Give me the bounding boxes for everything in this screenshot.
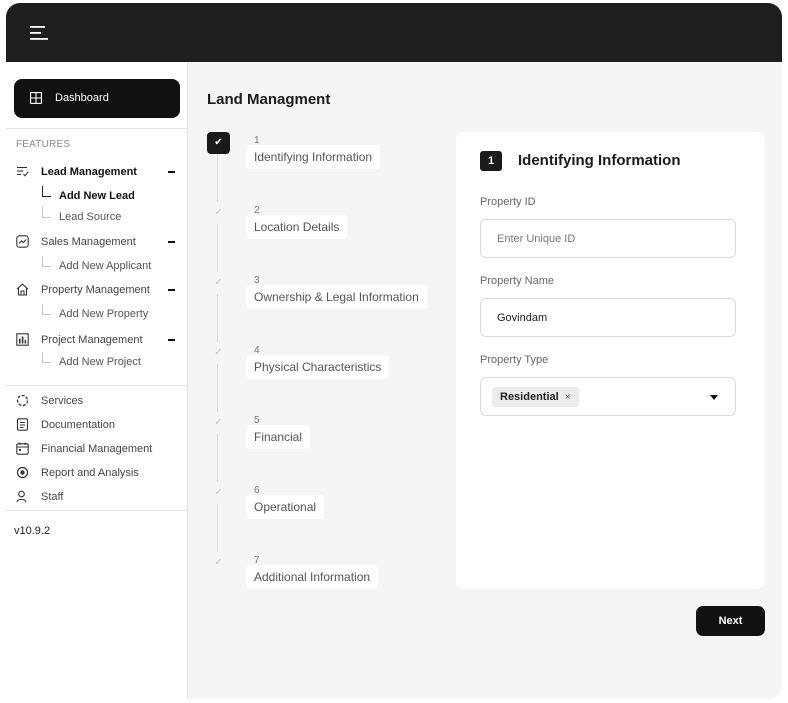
selected-chip: Residential × xyxy=(492,387,579,407)
services-icon xyxy=(16,394,29,407)
sidebar-subitem-add-new-lead[interactable]: Add New Lead xyxy=(6,186,188,204)
sidebar-subitem-add-new-project[interactable]: Add New Project xyxy=(6,352,188,370)
sidebar-item-services[interactable]: Services xyxy=(6,393,188,409)
page-title: Land Managment xyxy=(207,91,331,108)
sidebar-item-label: Report and Analysis xyxy=(41,467,139,479)
step-identifying-information[interactable]: ✔ 1 Identifying Information xyxy=(207,132,447,169)
step-operational[interactable]: ✓ 6 Operational xyxy=(207,482,447,519)
property-type-select[interactable]: Residential × xyxy=(480,377,736,416)
calendar-icon xyxy=(16,442,29,455)
property-name-input[interactable] xyxy=(480,298,736,337)
app-frame: Dashboard FEATURES Lead Management Add N… xyxy=(6,3,782,699)
step-label: Ownership & Legal Information xyxy=(246,285,427,309)
property-name-label: Property Name xyxy=(480,275,554,287)
form-panel: 1 Identifying Information Property ID Pr… xyxy=(456,132,765,589)
tree-connector xyxy=(42,256,51,267)
step-label: Location Details xyxy=(246,215,348,239)
sidebar: Dashboard FEATURES Lead Management Add N… xyxy=(6,62,188,699)
collapse-icon[interactable] xyxy=(168,171,175,173)
sidebar-subitem-label: Add New Lead xyxy=(59,190,135,202)
sidebar-item-staff[interactable]: Staff xyxy=(6,489,188,505)
sidebar-subitem-label: Add New Project xyxy=(59,356,141,368)
check-icon: ✓ xyxy=(207,342,230,364)
sidebar-subitem-add-new-applicant[interactable]: Add New Applicant xyxy=(6,256,188,274)
tree-connector xyxy=(42,186,51,197)
sidebar-item-label: Lead Management xyxy=(41,166,137,178)
sidebar-subitem-add-new-property[interactable]: Add New Property xyxy=(6,304,188,322)
features-heading: FEATURES xyxy=(16,139,71,150)
sidebar-item-financial-management[interactable]: Financial Management xyxy=(6,441,188,457)
tree-connector xyxy=(42,304,51,315)
step-label: Operational xyxy=(246,495,325,519)
menu-icon[interactable] xyxy=(28,23,50,43)
user-icon xyxy=(16,490,27,503)
sidebar-item-label: Project Management xyxy=(41,334,143,346)
sidebar-item-lead-management[interactable]: Lead Management xyxy=(6,164,188,180)
divider xyxy=(6,510,188,511)
step-additional-information[interactable]: ✓ 7 Additional Information xyxy=(207,552,447,589)
remove-chip-icon[interactable]: × xyxy=(565,392,571,403)
next-button[interactable]: Next xyxy=(696,606,765,636)
property-id-input[interactable] xyxy=(480,219,736,258)
tree-connector xyxy=(42,207,51,218)
trend-chart-icon xyxy=(16,235,29,248)
sidebar-subitem-lead-source[interactable]: Lead Source xyxy=(6,207,188,225)
divider xyxy=(6,128,188,129)
caret-down-icon[interactable] xyxy=(710,395,718,400)
document-icon xyxy=(16,418,29,431)
check-icon: ✓ xyxy=(207,272,230,294)
sidebar-item-label: Sales Management xyxy=(41,236,136,248)
property-type-label: Property Type xyxy=(480,354,549,366)
check-icon: ✔ xyxy=(207,132,230,154)
step-financial[interactable]: ✓ 5 Financial xyxy=(207,412,447,449)
step-label: Additional Information xyxy=(246,565,379,589)
step-location-details[interactable]: ✓ 2 Location Details xyxy=(207,202,447,239)
collapse-icon[interactable] xyxy=(168,241,175,243)
step-ownership-legal[interactable]: ✓ 3 Ownership & Legal Information xyxy=(207,272,447,309)
sidebar-item-property-management[interactable]: Property Management xyxy=(6,282,188,298)
sidebar-item-sales-management[interactable]: Sales Management xyxy=(6,234,188,250)
sidebar-item-documentation[interactable]: Documentation xyxy=(6,417,188,433)
collapse-icon[interactable] xyxy=(168,339,175,341)
tree-connector xyxy=(42,352,51,363)
target-icon xyxy=(16,466,29,479)
sidebar-item-label: Financial Management xyxy=(41,443,153,455)
sidebar-subitem-label: Lead Source xyxy=(59,211,122,223)
sidebar-item-label: Documentation xyxy=(41,419,115,431)
step-label: Financial xyxy=(246,425,311,449)
sidebar-item-project-management[interactable]: Project Management xyxy=(6,332,188,348)
step-label: Identifying Information xyxy=(246,145,381,169)
check-icon: ✓ xyxy=(207,202,230,224)
step-physical-characteristics[interactable]: ✓ 4 Physical Characteristics xyxy=(207,342,447,379)
list-check-icon xyxy=(17,166,29,177)
collapse-icon[interactable] xyxy=(168,289,175,291)
check-icon: ✓ xyxy=(207,552,230,574)
check-icon: ✓ xyxy=(207,412,230,434)
dashboard-icon xyxy=(30,92,42,104)
dashboard-label: Dashboard xyxy=(55,92,109,104)
sidebar-item-label: Services xyxy=(41,395,84,407)
version-label: v10.9.2 xyxy=(14,525,51,537)
panel-title: Identifying Information xyxy=(518,152,681,169)
panel-step-number: 1 xyxy=(480,151,502,171)
sidebar-subitem-label: Add New Property xyxy=(59,308,149,320)
check-icon: ✓ xyxy=(207,482,230,504)
top-bar xyxy=(6,3,782,62)
dashboard-button[interactable]: Dashboard xyxy=(14,79,180,118)
home-icon xyxy=(16,283,29,296)
chip-label: Residential xyxy=(500,391,559,403)
sidebar-item-label: Staff xyxy=(41,491,64,503)
bar-chart-icon xyxy=(16,333,29,346)
sidebar-item-report-and-analysis[interactable]: Report and Analysis xyxy=(6,465,188,481)
sidebar-item-label: Property Management xyxy=(41,284,150,296)
sidebar-subitem-label: Add New Applicant xyxy=(59,260,152,272)
step-label: Physical Characteristics xyxy=(246,355,390,379)
divider xyxy=(6,385,188,386)
property-id-label: Property ID xyxy=(480,196,536,208)
